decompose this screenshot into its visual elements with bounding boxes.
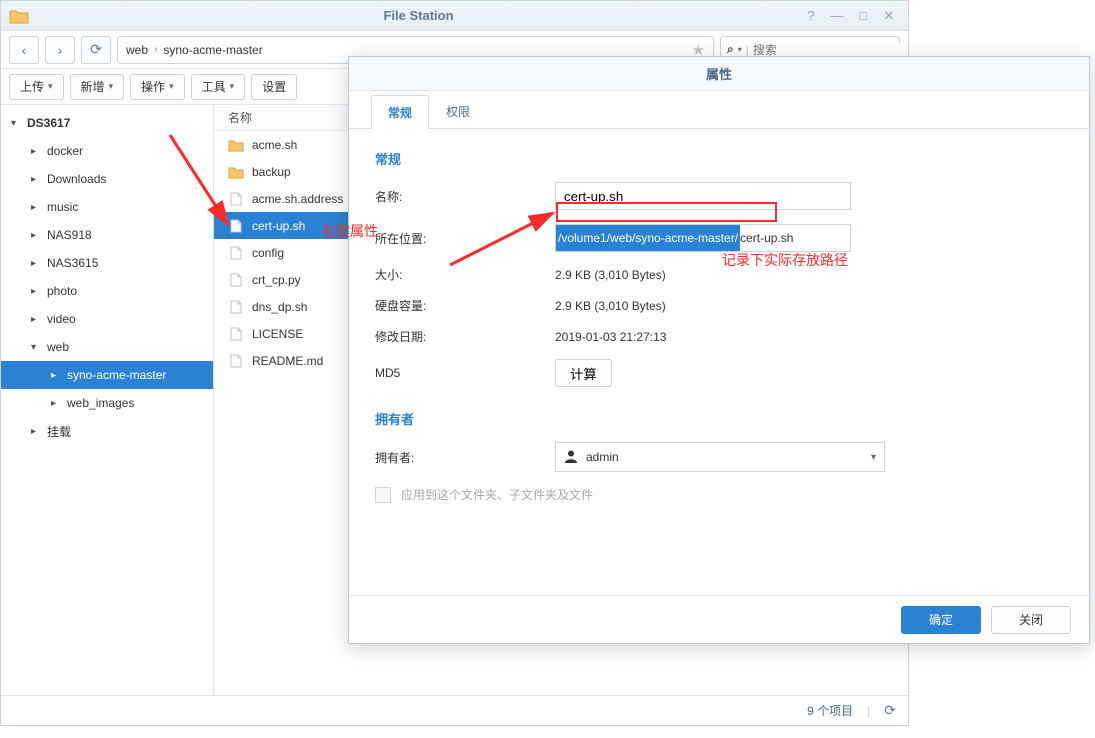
location-rest: cert-up.sh <box>740 231 793 245</box>
tree-item[interactable]: ▸web_images <box>1 389 213 417</box>
tab-general[interactable]: 常规 <box>371 95 429 129</box>
disk-label: 硬盘容量: <box>375 297 555 314</box>
tools-button[interactable]: 工具▾ <box>191 74 246 100</box>
tree-item[interactable]: ▸NAS918 <box>1 221 213 249</box>
search-dropdown-icon[interactable]: ▾ <box>738 45 742 54</box>
titlebar: File Station ? — □ ✕ <box>1 1 908 31</box>
dialog-tabs: 常规 权限 <box>349 91 1089 129</box>
md5-calc-button[interactable]: 计算 <box>555 359 612 387</box>
file-name: acme.sh <box>252 138 297 152</box>
file-icon <box>228 219 244 233</box>
file-name: LICENSE <box>252 327 303 341</box>
folder-icon <box>228 165 244 179</box>
file-name: crt_cp.py <box>252 273 301 287</box>
tree-item[interactable]: ▸photo <box>1 277 213 305</box>
tree-root[interactable]: ▾DS3617 <box>1 109 213 137</box>
back-button[interactable]: ‹ <box>9 36 39 64</box>
search-icon: ⌕ <box>727 42 734 57</box>
close-dialog-button[interactable]: 关闭 <box>991 606 1071 634</box>
item-count: 9 个项目 <box>807 702 853 719</box>
help-button[interactable]: ? <box>800 7 822 25</box>
owner-select[interactable]: admin ▾ <box>555 442 885 472</box>
file-name: config <box>252 246 284 260</box>
chevron-down-icon: ▾ <box>871 452 876 463</box>
apply-recursive-row[interactable]: 应用到这个文件夹、子文件夹及文件 <box>375 486 1063 503</box>
location-value[interactable]: /volume1/web/syno-acme-master/cert-up.sh <box>555 224 851 252</box>
tree-item-mount[interactable]: ▸挂载 <box>1 417 213 445</box>
maximize-button[interactable]: □ <box>852 7 874 25</box>
forward-button[interactable]: › <box>45 36 75 64</box>
tree-item-selected[interactable]: ▸syno-acme-master <box>1 361 213 389</box>
path-segment[interactable]: syno-acme-master <box>163 43 262 57</box>
mtime-label: 修改日期: <box>375 328 555 345</box>
file-name: cert-up.sh <box>252 219 305 233</box>
tree-item[interactable]: ▸docker <box>1 137 213 165</box>
dialog-footer: 确定 关闭 <box>349 595 1089 643</box>
tree-item[interactable]: ▸Downloads <box>1 165 213 193</box>
path-sep-icon: › <box>154 44 157 55</box>
file-name: backup <box>252 165 291 179</box>
owner-label: 拥有者: <box>375 449 555 466</box>
create-button[interactable]: 新增▾ <box>70 74 125 100</box>
apply-label: 应用到这个文件夹、子文件夹及文件 <box>401 486 593 503</box>
md5-label: MD5 <box>375 366 555 380</box>
file-name: dns_dp.sh <box>252 300 307 314</box>
tab-permissions[interactable]: 权限 <box>429 94 487 128</box>
file-icon <box>228 246 244 260</box>
location-label: 所在位置: <box>375 230 555 247</box>
path-segment[interactable]: web <box>126 43 148 57</box>
file-icon <box>228 327 244 341</box>
properties-dialog: 属性 常规 权限 常规 名称: 所在位置: /volume1/web/syno-… <box>348 56 1090 644</box>
dialog-body: 常规 名称: 所在位置: /volume1/web/syno-acme-mast… <box>349 129 1089 595</box>
size-value: 2.9 KB (3,010 Bytes) <box>555 268 1063 282</box>
folder-icon <box>228 138 244 152</box>
size-label: 大小: <box>375 266 555 283</box>
search-input[interactable] <box>753 43 908 57</box>
window-title: File Station <box>37 8 800 23</box>
file-icon <box>228 354 244 368</box>
section-owner: 拥有者 <box>375 409 1063 428</box>
statusbar: 9 个项目 | ⟳ <box>1 695 908 725</box>
tree-item[interactable]: ▸music <box>1 193 213 221</box>
app-icon <box>9 8 29 24</box>
apply-checkbox[interactable] <box>375 487 391 503</box>
minimize-button[interactable]: — <box>826 7 848 25</box>
user-icon <box>564 449 578 466</box>
file-name: acme.sh.address <box>252 192 343 206</box>
file-icon <box>228 300 244 314</box>
tree-item-web[interactable]: ▾web <box>1 333 213 361</box>
upload-button[interactable]: 上传▾ <box>9 74 64 100</box>
tree-item[interactable]: ▸video <box>1 305 213 333</box>
disk-value: 2.9 KB (3,010 Bytes) <box>555 299 1063 313</box>
window-controls: ? — □ ✕ <box>800 7 908 25</box>
owner-value: admin <box>586 450 619 464</box>
mtime-value: 2019-01-03 21:27:13 <box>555 330 1063 344</box>
file-icon <box>228 192 244 206</box>
ok-button[interactable]: 确定 <box>901 606 981 634</box>
tree-item[interactable]: ▸NAS3615 <box>1 249 213 277</box>
close-button[interactable]: ✕ <box>878 7 900 25</box>
name-label: 名称: <box>375 188 555 205</box>
action-button[interactable]: 操作▾ <box>130 74 185 100</box>
file-name: README.md <box>252 354 323 368</box>
reload-button[interactable]: ⟳ <box>81 36 111 64</box>
file-icon <box>228 273 244 287</box>
refresh-icon[interactable]: ⟳ <box>884 702 896 719</box>
location-selected: /volume1/web/syno-acme-master/ <box>556 225 740 251</box>
folder-tree: ▾DS3617 ▸docker ▸Downloads ▸music ▸NAS91… <box>1 105 214 695</box>
settings-button[interactable]: 设置 <box>251 74 297 100</box>
name-input[interactable] <box>555 182 851 210</box>
section-general: 常规 <box>375 149 1063 168</box>
dialog-title: 属性 <box>349 57 1089 91</box>
